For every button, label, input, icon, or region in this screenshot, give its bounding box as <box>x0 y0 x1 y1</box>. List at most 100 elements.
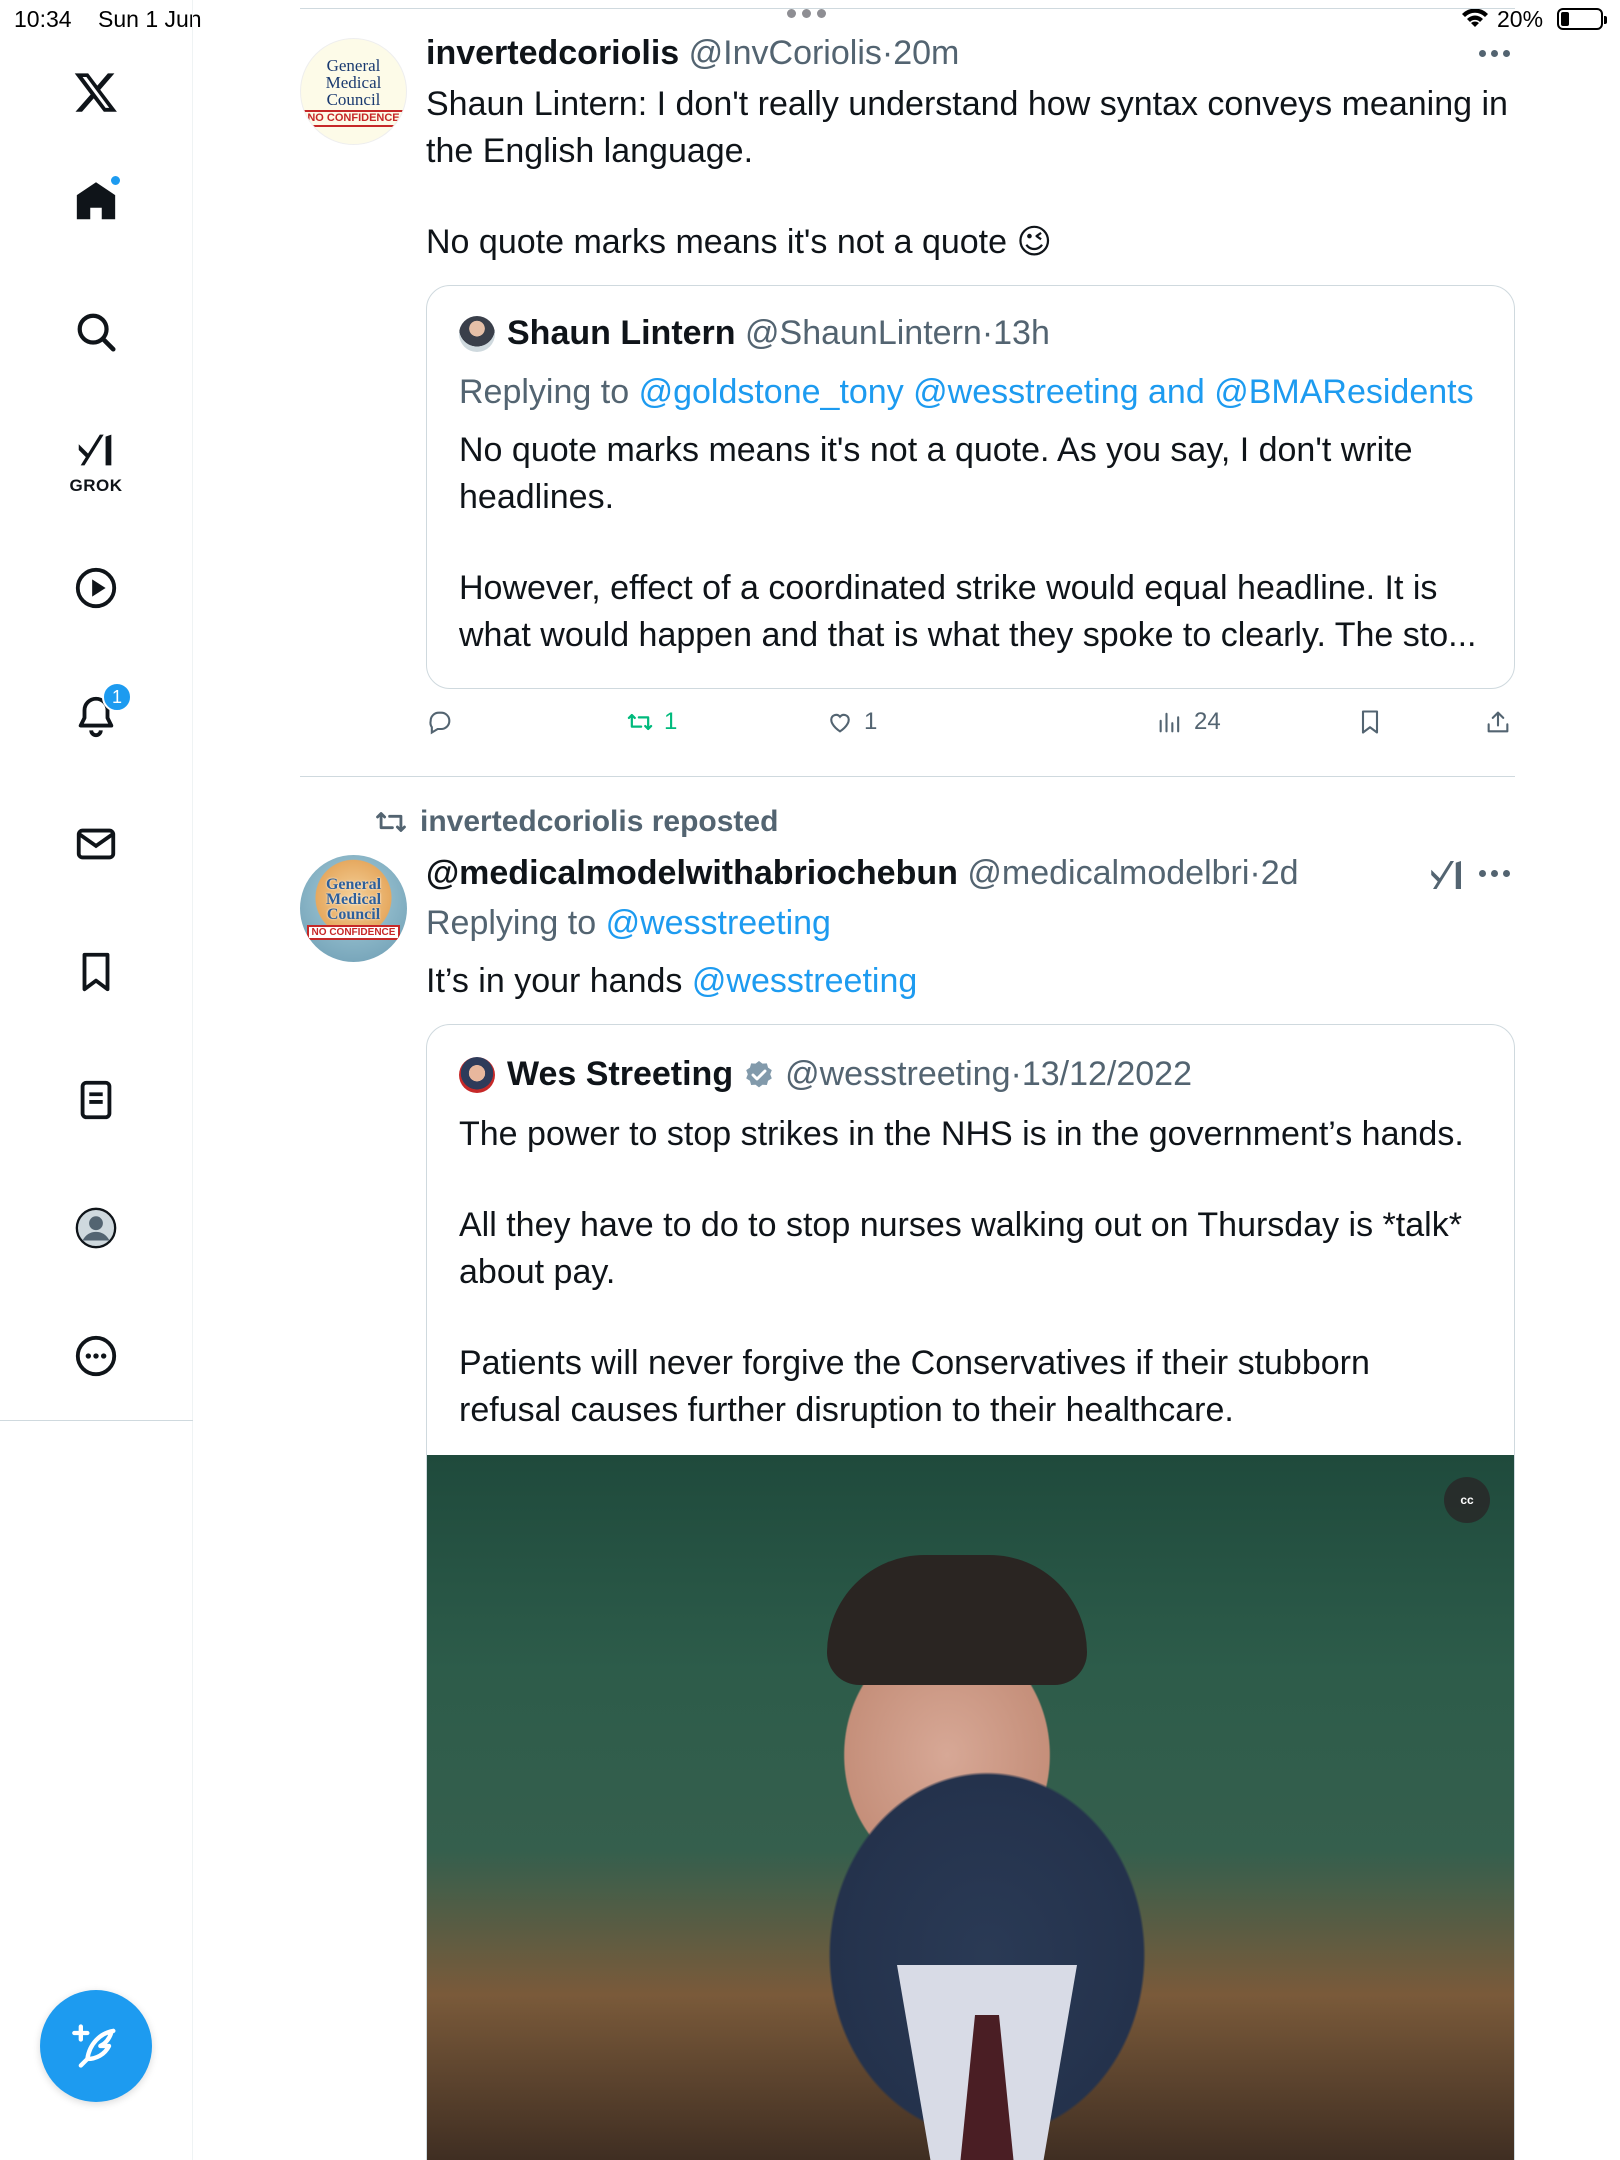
nav-grok[interactable] <box>66 420 126 480</box>
grok-label: GROK <box>69 476 123 495</box>
mention-link[interactable]: @wesstreeting <box>913 373 1138 411</box>
bookmark-icon <box>1361 710 1379 734</box>
post-text-paragraph: Shaun Lintern: I don't really understand… <box>426 85 1508 170</box>
post-2-replying-to: Replying to @wesstreeting <box>426 904 831 943</box>
lists-icon <box>80 1080 112 1120</box>
repost-icon <box>376 812 406 832</box>
like-count: 1 <box>864 708 878 735</box>
avatar-text-line: Medical <box>325 72 382 92</box>
search-icon <box>77 313 116 352</box>
sidebar: GROK 1 <box>0 0 193 2160</box>
repost-count: 1 <box>664 708 678 735</box>
messages-icon <box>76 828 116 860</box>
nav-video[interactable] <box>66 558 126 618</box>
timeline: General Medical Council NO CONFIDENCE in… <box>300 0 1515 2160</box>
post-2-quote-card[interactable]: Wes Streeting @wesstreeting · 13/12/2022 T… <box>426 1024 1515 2160</box>
mention-link[interactable]: @goldstone_tony <box>639 373 904 411</box>
views-icon <box>1159 712 1180 733</box>
quote-replying-to: Replying to @goldstone_tony @wesstreetin… <box>459 369 1479 416</box>
author-name[interactable]: invertedcoriolis <box>426 34 679 72</box>
repost-button[interactable]: 1 <box>626 708 677 736</box>
quote-time: 13h <box>993 314 1050 352</box>
repost-by-label: invertedcoriolis reposted <box>420 805 779 838</box>
author-name[interactable]: @medicalmodelwithabriochebun <box>426 854 958 892</box>
x-logo-icon[interactable] <box>66 62 126 122</box>
quote-text: The power to stop strikes in the NHS is … <box>459 1111 1479 1434</box>
post-text: It’s in your hands <box>426 962 683 1000</box>
profile-icon <box>75 1207 117 1249</box>
sidebar-divider <box>0 1420 193 1421</box>
grok-explain-icon[interactable] <box>1426 854 1468 896</box>
quote-paragraph: However, effect of a coordinated strike … <box>459 569 1477 654</box>
mention-link[interactable]: @wesstreeting <box>606 904 831 942</box>
heart-icon <box>830 713 850 733</box>
grok-icon <box>78 434 112 466</box>
avatar-text-line: Medical <box>325 891 382 908</box>
nav-messages[interactable] <box>66 814 126 874</box>
quote-paragraph: Patients will never forgive the Conserva… <box>459 1344 1370 1429</box>
replying-and: and <box>1148 373 1205 411</box>
quote-header: Shaun Lintern @ShaunLintern · 13h <box>459 314 1050 353</box>
nav-lists[interactable] <box>66 1070 126 1130</box>
reply-button[interactable] <box>426 708 464 736</box>
quote-text: No quote marks means it's not a quote. A… <box>459 427 1479 659</box>
quote-avatar <box>459 315 495 352</box>
post-1-text: Shaun Lintern: I don't really understand… <box>426 81 1516 266</box>
post-1-header: invertedcoriolis @InvCoriolis·20m <box>426 34 960 72</box>
author-handle[interactable]: @medicalmodelbri <box>967 854 1249 892</box>
views-button[interactable]: 24 <box>1156 708 1221 736</box>
author-handle[interactable]: @InvCoriolis <box>689 34 882 72</box>
post-2-more-icon[interactable] <box>1479 870 1515 880</box>
post-divider <box>300 776 1515 777</box>
quote-author-handle: @ShaunLintern <box>745 314 982 352</box>
replying-label: Replying to <box>459 373 630 411</box>
compose-icon <box>72 2024 116 2068</box>
verified-badge-icon <box>746 1060 772 1087</box>
nav-search[interactable] <box>66 302 126 362</box>
quote-video[interactable]: cc <box>427 1455 1514 2160</box>
post-time[interactable]: 20m <box>893 34 959 72</box>
nav-bookmarks[interactable] <box>66 942 126 1002</box>
avatar-text-line: Council <box>326 906 381 923</box>
repost-icon <box>627 713 653 731</box>
nav-home[interactable] <box>66 172 126 232</box>
replying-label: Replying to <box>426 904 597 942</box>
share-icon <box>1487 711 1509 733</box>
post-text-paragraph: No quote marks means it's not a quote 😉 <box>426 223 1052 261</box>
nav-more[interactable] <box>66 1326 126 1386</box>
post-1-quote-card[interactable]: Shaun Lintern @ShaunLintern · 13h Replying… <box>426 285 1515 689</box>
compose-button[interactable] <box>40 1990 152 2102</box>
nav-notifications[interactable]: 1 <box>66 682 132 746</box>
quote-author-name: Wes Streeting <box>507 1055 734 1093</box>
quote-paragraph: No quote marks means it's not a quote. A… <box>459 431 1413 516</box>
notifications-badge: 1 <box>102 682 132 712</box>
reply-icon <box>429 711 451 735</box>
video-figure-hair <box>827 1555 1087 1685</box>
quote-author-handle: @wesstreeting <box>785 1055 1011 1093</box>
timeline-top-divider <box>300 8 1515 9</box>
views-count: 24 <box>1194 708 1221 735</box>
avatar-text-line: General <box>325 876 382 893</box>
mention-link[interactable]: @BMAResidents <box>1214 373 1473 411</box>
captions-button[interactable]: cc <box>1444 1477 1490 1523</box>
avatar-text-line: General <box>326 55 381 75</box>
repost-context[interactable]: invertedcoriolis reposted <box>374 805 778 839</box>
like-button[interactable]: 1 <box>826 708 877 736</box>
mention-link[interactable]: @wesstreeting <box>692 962 917 1000</box>
quote-time: 13/12/2022 <box>1021 1055 1192 1093</box>
quote-header: Wes Streeting @wesstreeting · 13/12/2022 <box>459 1055 1192 1094</box>
quote-author-name: Shaun Lintern <box>507 314 736 352</box>
post-time[interactable]: 2d <box>1261 854 1299 892</box>
quote-avatar <box>459 1056 495 1093</box>
post-1-more-icon[interactable] <box>1479 50 1515 60</box>
post-2-avatar[interactable]: General Medical Council NO CONFIDENCE <box>300 855 407 962</box>
avatar-stamp: NO CONFIDENCE <box>306 925 401 940</box>
bookmark-button[interactable] <box>1356 708 1384 736</box>
share-button[interactable] <box>1484 708 1512 736</box>
nav-profile[interactable] <box>66 1198 126 1258</box>
quote-paragraph: All they have to do to stop nurses walki… <box>459 1206 1462 1291</box>
post-1-avatar[interactable]: General Medical Council NO CONFIDENCE <box>300 38 407 145</box>
battery-icon <box>1557 8 1607 30</box>
post-2-header: @medicalmodelwithabriochebun @medicalmod… <box>426 854 1299 892</box>
post-2-text: It’s in your hands @wesstreeting <box>426 958 1516 1005</box>
